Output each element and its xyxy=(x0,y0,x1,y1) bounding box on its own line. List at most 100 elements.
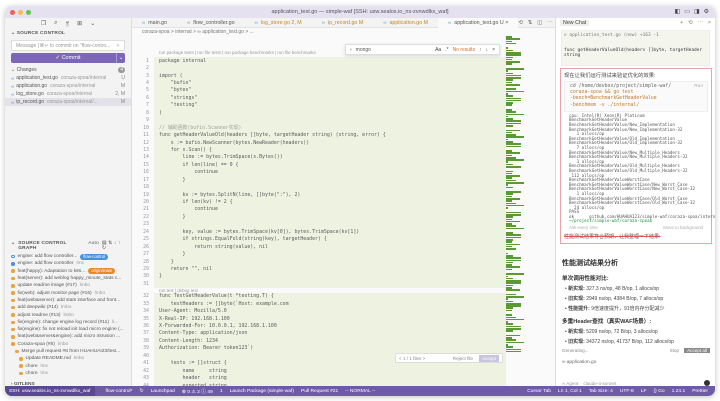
graph-commit[interactable]: update readme image (#17) lmbo xyxy=(5,282,132,289)
changed-file[interactable]: ∞ application_test.go coraza-spoa/internal… xyxy=(5,74,131,82)
next-match-icon[interactable]: ↓ xyxy=(486,47,489,53)
remote-indicator[interactable]: SSH: usw.sealos.io_ns-zvnwdlkx_waf xyxy=(5,386,95,396)
search-icon[interactable]: ⌕ xyxy=(54,20,57,27)
codelens-package[interactable]: run package tests | run file tests | run… xyxy=(159,50,316,55)
graph-commit[interactable]: feat(happy): Adaptation to k8s... origin/… xyxy=(5,268,132,275)
source-control-icon[interactable]: ⑂ xyxy=(65,20,70,27)
status-item[interactable]: {} Go xyxy=(653,389,664,394)
extensions-icon[interactable]: ⊞ xyxy=(77,20,82,27)
tab-application_test-go[interactable]: ∞ application_test.go U × xyxy=(438,17,519,28)
graph-commit[interactable]: engine: add flow controller... flow-contr… xyxy=(5,253,132,260)
sparkle-icon[interactable]: ✧ xyxy=(116,43,120,49)
branch-indicator[interactable]: flow-control* xyxy=(106,389,133,394)
graph-commit[interactable]: fix(engine): fix not reload init load mi… xyxy=(5,326,132,333)
tab-ip_record-go[interactable]: ∞ ip_record.go M xyxy=(312,18,374,28)
graph-actions-icons[interactable]: ▤ ⇅ ↓ ↑ ↻ xyxy=(102,241,126,251)
graph-commit[interactable]: chore lmx xyxy=(5,370,132,377)
status-item[interactable]: Cursor Tab xyxy=(527,389,551,394)
new-chat-icon[interactable]: + xyxy=(680,20,683,26)
graph-commit[interactable]: fix(engine): change engine log record (#… xyxy=(5,319,132,326)
close-window-button[interactable] xyxy=(10,9,15,15)
changed-file[interactable]: ∞ ip_record.go coraza-spoa/internal/... M xyxy=(5,98,131,106)
pull-request-indicator[interactable]: Pull Request #21 xyxy=(301,389,338,394)
close-icon[interactable]: × xyxy=(708,20,711,26)
customize-layout-icon[interactable]: ⚙ xyxy=(704,8,709,15)
run-button[interactable]: Run xyxy=(694,84,703,90)
status-item[interactable]: Ln 1, Col 1 xyxy=(558,389,582,394)
commit-message-input[interactable]: Message (⌘↵ to commit on "flow-contro...… xyxy=(11,40,125,51)
source-control-header[interactable]: ⌄ SOURCE CONTROL xyxy=(5,29,131,38)
branch-badge[interactable]: origin/main xyxy=(88,268,116,275)
model-dropdown[interactable]: claude-4-sonnet xyxy=(583,381,616,386)
commit-button[interactable]: ✓ Commit ⌄ xyxy=(11,53,125,63)
graph-commit[interactable]: Coraza-spoa (#8) lmbo xyxy=(5,341,132,348)
diff-nav[interactable]: < 1 / 1 files > xyxy=(399,356,425,361)
graph-commit[interactable]: feat(web&server&engine): add micro intru… xyxy=(5,333,132,340)
launch-config[interactable]: Launch Package (simple-waf) xyxy=(230,389,294,394)
stop-button[interactable]: Stop xyxy=(670,348,679,353)
graph-commit[interactable]: Update README.md lmbo xyxy=(5,355,132,362)
problems-indicator[interactable]: ⊗ 0 ⚠ 2 ⓘ 49 xyxy=(182,388,213,395)
files-icon[interactable]: ❐ xyxy=(41,20,46,27)
chevron-down-icon[interactable]: ⌄ xyxy=(90,20,95,27)
graph-commit[interactable]: Merge pull request #6 from HUAHUAI23/tes… xyxy=(5,348,132,355)
code-preview[interactable]: ∞ application_test.go (new) +163 -1 func… xyxy=(561,30,710,66)
ports-indicator[interactable]: 1 xyxy=(220,389,223,394)
accept-file-button[interactable]: Accept xyxy=(478,354,499,362)
changed-file[interactable]: ∞ application.go coraza-spoa/internal M xyxy=(5,82,131,90)
graph-header[interactable]: ⌄ SOURCE CONTROL GRAPH Auto ▤ ⇅ ↓ ↑ ↻ xyxy=(5,239,132,253)
tab-application-go[interactable]: ∞ application.go M xyxy=(373,18,438,28)
graph-commit[interactable]: feat(server): add weblog happy_minute_st… xyxy=(5,275,132,282)
chat-input[interactable] xyxy=(562,370,563,375)
graph-commit[interactable]: engine: add flow controller lmx xyxy=(5,260,132,267)
reject-file-button[interactable]: Reject file xyxy=(453,356,473,361)
code-editor[interactable]: run package tests | run file tests | run… xyxy=(132,36,505,386)
tab-flow_controller-go[interactable]: ∞ flow_controller.go xyxy=(177,18,244,28)
ask-every-time-dropdown[interactable]: Ask every time xyxy=(569,225,598,231)
chevron-right-icon[interactable]: › xyxy=(350,47,352,53)
branch-badge[interactable]: flow-control xyxy=(80,253,109,260)
status-item[interactable]: 1.24.1 xyxy=(672,389,686,394)
toggle-panel-icon[interactable]: ▭ xyxy=(684,8,690,15)
codelens-test[interactable]: run test | debug test xyxy=(159,288,505,293)
graph-commit[interactable]: chore lmx xyxy=(5,362,132,369)
status-item[interactable]: LF xyxy=(641,389,647,394)
move-to-background-button[interactable]: Move to background xyxy=(663,225,703,231)
history-icon[interactable]: ⟲ xyxy=(518,20,522,26)
tab-main-go[interactable]: ∞ main.go xyxy=(132,18,177,28)
graph-commit[interactable]: fix(web): adjust monitor page (#16) lmbo xyxy=(5,289,132,296)
status-item[interactable]: UTF-8 xyxy=(620,389,634,394)
prev-match-icon[interactable]: ↑ xyxy=(479,47,482,53)
status-item[interactable]: Prettier xyxy=(692,389,708,394)
tab-log_store-go[interactable]: ∞ log_store.go 2, M xyxy=(245,18,312,28)
status-item[interactable]: Tab Size: 4 xyxy=(589,389,613,394)
graph-auto-label[interactable]: Auto xyxy=(88,241,99,251)
regex-icon[interactable]: .* xyxy=(445,47,448,53)
minimize-window-button[interactable] xyxy=(18,9,23,15)
agent-mode-dropdown[interactable]: ∞ Agent xyxy=(562,381,578,386)
accept-all-button[interactable]: Accept all xyxy=(684,348,710,353)
find-input[interactable]: mongo xyxy=(356,47,431,53)
launchpad-button[interactable]: Launchpad xyxy=(151,389,175,394)
graph-commit[interactable]: adjust readme (#13) lmbo xyxy=(5,311,132,318)
commit-dropdown-icon[interactable]: ⌄ xyxy=(116,53,125,63)
breadcrumb[interactable]: coraza-spoa > internal > ∞ application_t… xyxy=(142,29,254,35)
maximize-window-button[interactable] xyxy=(26,9,31,15)
toggle-sidebar-icon[interactable]: ◧ xyxy=(675,8,681,15)
sync-icon[interactable]: ↻ xyxy=(139,388,143,394)
close-find-icon[interactable]: × xyxy=(492,47,495,53)
graph-commit[interactable]: add deepwiki (#14) lmbo xyxy=(5,304,132,311)
split-editor-icon[interactable]: ◫ xyxy=(537,20,542,26)
context-file-chip[interactable]: ∞ application.go xyxy=(562,360,596,365)
match-case-button[interactable]: Aa xyxy=(435,47,441,53)
graph-commit[interactable]: feat(web&server): add stats interface an… xyxy=(5,297,132,304)
compare-icon[interactable]: ⇅ xyxy=(528,20,532,26)
more-icon[interactable]: ⋯ xyxy=(547,20,552,26)
more-icon[interactable]: ⋯ xyxy=(698,20,703,26)
minimap[interactable] xyxy=(505,36,555,386)
toggle-secondary-sidebar-icon[interactable]: ◨ xyxy=(694,8,700,15)
history-icon[interactable]: ⟲ xyxy=(688,20,692,26)
changed-file[interactable]: ∞ log_store.go coraza-spoa/internal 2, M xyxy=(5,90,131,98)
chat-tab[interactable]: New Chat xyxy=(560,20,590,26)
changes-group[interactable]: ⌄ Changes 4 xyxy=(5,66,131,74)
